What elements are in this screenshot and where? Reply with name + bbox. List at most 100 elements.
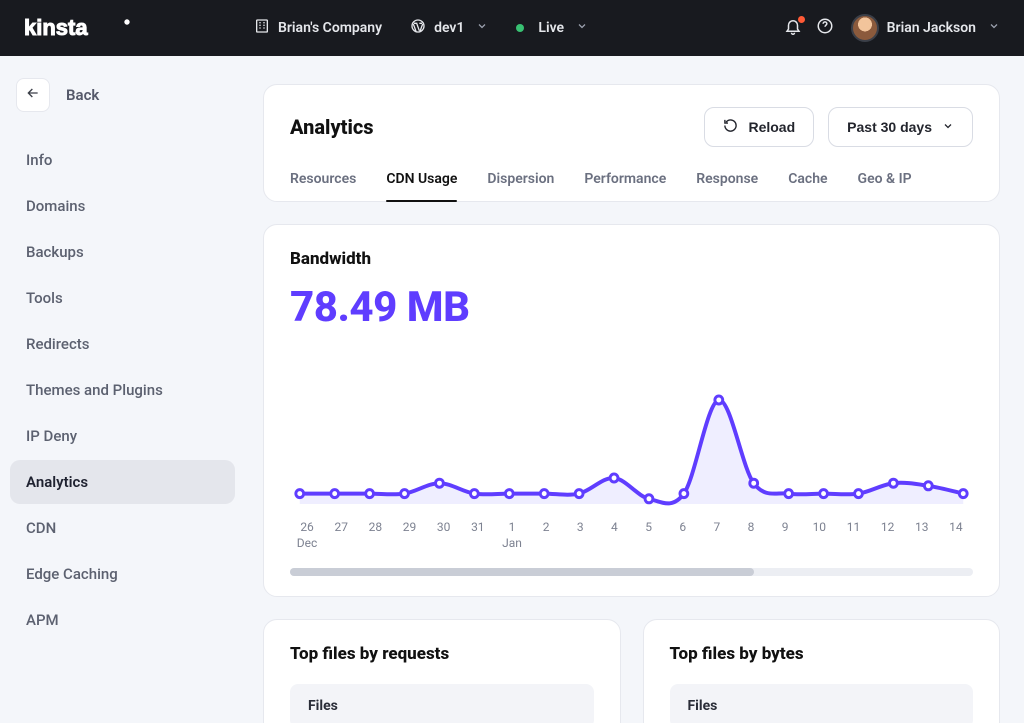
chart-x-subtick (324, 536, 358, 550)
back-label: Back (66, 86, 99, 104)
main: Analytics Reload Past 30 days (245, 56, 1024, 723)
chart-x-subtick (700, 536, 734, 550)
chart-x-subtick (632, 536, 666, 550)
notification-badge (798, 16, 805, 23)
chart-x-subtick (905, 536, 939, 550)
chart-x-tick: 29 (392, 520, 426, 534)
tab-dispersion[interactable]: Dispersion (487, 171, 554, 201)
back-button[interactable] (16, 78, 50, 112)
sidebar-item-info[interactable]: Info (10, 138, 235, 182)
date-range-label: Past 30 days (847, 119, 932, 135)
wordpress-icon (410, 18, 426, 38)
chart-x-tick: 14 (939, 520, 973, 534)
chart-x-subtick (768, 536, 802, 550)
chart-x-subtick (836, 536, 870, 550)
environment-label: Live (538, 20, 564, 36)
user-name: Brian Jackson (887, 20, 976, 36)
bandwidth-panel: Bandwidth 78.49 MB 262728293031123456789… (263, 224, 1000, 597)
top-files-by-requests-title: Top files by requests (290, 644, 594, 664)
chart-x-subtick (563, 536, 597, 550)
date-range-button[interactable]: Past 30 days (828, 107, 973, 147)
sidebar-item-cdn[interactable]: CDN (10, 506, 235, 550)
chart-x-subtick (939, 536, 973, 550)
tab-performance[interactable]: Performance (584, 171, 666, 201)
chart-x-subtick (802, 536, 836, 550)
chart-x-subtick: Dec (290, 536, 324, 550)
top-files-by-bytes-title: Top files by bytes (670, 644, 974, 664)
chart-x-tick: 11 (836, 520, 870, 534)
logo: kinsta (24, 16, 254, 40)
analytics-header-card: Analytics Reload Past 30 days (263, 84, 1000, 202)
chart-x-tick: 2 (529, 520, 563, 534)
tab-resources[interactable]: Resources (290, 171, 356, 201)
chart-x-subtick (427, 536, 461, 550)
chart-x-tick: 4 (597, 520, 631, 534)
sidebar: Back InfoDomainsBackupsToolsRedirectsThe… (0, 56, 245, 723)
chart-x-subtick (461, 536, 495, 550)
chart-x-subtick (871, 536, 905, 550)
chart-x-tick: 7 (700, 520, 734, 534)
sidebar-item-themes-and-plugins[interactable]: Themes and Plugins (10, 368, 235, 412)
analytics-tabs: Resources CDN Usage Dispersion Performance R… (290, 171, 973, 201)
status-dot-icon (516, 24, 524, 32)
building-icon (254, 18, 270, 38)
sidebar-item-edge-caching[interactable]: Edge Caching (10, 552, 235, 596)
chevron-down-icon (942, 119, 954, 135)
sidebar-item-analytics[interactable]: Analytics (10, 460, 235, 504)
chevron-down-icon (576, 20, 588, 36)
tab-cache[interactable]: Cache (788, 171, 827, 201)
chart-x-tick: 9 (768, 520, 802, 534)
chart-x-tick: 3 (563, 520, 597, 534)
chart-x-tick: 8 (734, 520, 768, 534)
sidebar-item-tools[interactable]: Tools (10, 276, 235, 320)
chart-x-tick: 13 (905, 520, 939, 534)
help-button[interactable] (809, 12, 841, 44)
tab-geo-ip[interactable]: Geo & IP (858, 171, 912, 201)
topbar: kinsta Brian's Company dev1 Live (0, 0, 1024, 56)
notifications-button[interactable] (777, 12, 809, 44)
chart-x-subtick (358, 536, 392, 550)
chevron-down-icon (476, 20, 488, 36)
user-menu[interactable]: Brian Jackson (851, 14, 1000, 42)
environment-switcher[interactable]: Live (516, 20, 588, 36)
chart-x-subtick (666, 536, 700, 550)
svg-text:kinsta: kinsta (24, 16, 88, 40)
chart-x-subtick (529, 536, 563, 550)
chart-x-tick: 5 (632, 520, 666, 534)
sidebar-nav: InfoDomainsBackupsToolsRedirectsThemes a… (10, 138, 235, 642)
tab-response[interactable]: Response (696, 171, 758, 201)
chart-x-tick: 27 (324, 520, 358, 534)
top-files-by-requests-panel: Top files by requests Files (263, 619, 621, 723)
bandwidth-title: Bandwidth (290, 249, 973, 269)
reload-icon (723, 118, 738, 136)
chart-scrollbar-thumb[interactable] (290, 568, 754, 576)
chart-x-tick: 12 (871, 520, 905, 534)
sidebar-item-domains[interactable]: Domains (10, 184, 235, 228)
chevron-down-icon (988, 20, 1000, 36)
chart-x-subtick (392, 536, 426, 550)
chart-x-tick: 31 (461, 520, 495, 534)
files-column-header: Files (670, 684, 974, 723)
chart-x-tick: 1 (495, 520, 529, 534)
chart-x-subtick (734, 536, 768, 550)
reload-label: Reload (748, 119, 795, 135)
files-column-header: Files (290, 684, 594, 723)
chart-x-tick: 28 (358, 520, 392, 534)
sidebar-item-ip-deny[interactable]: IP Deny (10, 414, 235, 458)
chart-scrollbar[interactable] (290, 568, 973, 576)
company-switcher[interactable]: Brian's Company (254, 18, 382, 38)
site-name: dev1 (434, 20, 464, 36)
tab-cdn-usage[interactable]: CDN Usage (386, 171, 457, 201)
top-files-by-bytes-panel: Top files by bytes Files (643, 619, 1001, 723)
site-switcher[interactable]: dev1 (410, 18, 488, 38)
sidebar-item-redirects[interactable]: Redirects (10, 322, 235, 366)
sidebar-item-apm[interactable]: APM (10, 598, 235, 642)
chart-x-tick: 6 (666, 520, 700, 534)
sidebar-item-backups[interactable]: Backups (10, 230, 235, 274)
chart-x-tick: 26 (290, 520, 324, 534)
avatar (851, 14, 879, 42)
arrow-left-icon (25, 85, 41, 105)
reload-button[interactable]: Reload (704, 107, 814, 147)
bandwidth-chart: 2627282930311234567891011121314 DecJan (290, 344, 973, 576)
chart-x-tick: 10 (802, 520, 836, 534)
